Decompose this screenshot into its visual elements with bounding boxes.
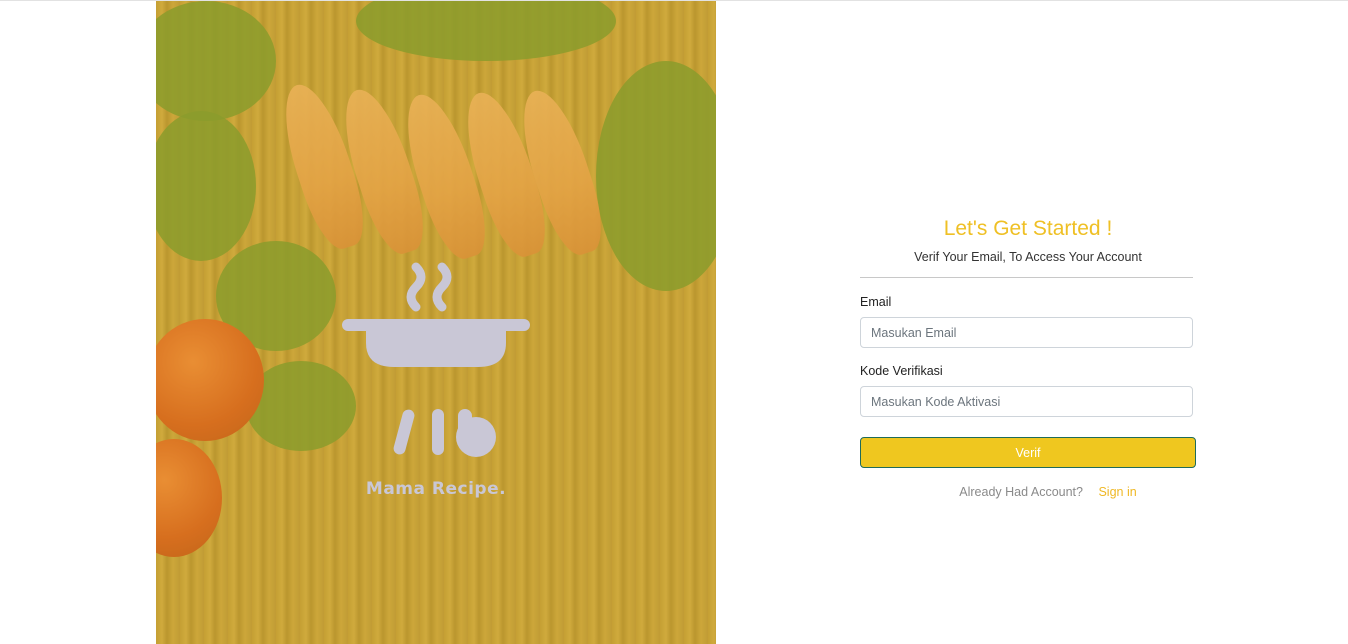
page-subtitle: Verif Your Email, To Access Your Account	[914, 250, 1142, 264]
verification-page: Mama Recipe. Let's Get Started ! Verif Y…	[0, 0, 1348, 644]
tomato-decoration	[156, 439, 222, 557]
leaf-decoration	[156, 1, 276, 121]
verification-form: Let's Get Started ! Verif Your Email, To…	[860, 215, 1196, 499]
cooking-pot-icon	[342, 262, 530, 457]
page-title: Let's Get Started !	[943, 217, 1113, 240]
verification-code-field[interactable]	[860, 386, 1193, 417]
email-label: Email	[860, 295, 892, 309]
divider	[860, 277, 1193, 278]
shrimp-decoration	[393, 86, 497, 266]
brand-logo: Mama Recipe.	[336, 259, 536, 509]
shrimp-decoration	[509, 82, 613, 262]
shrimp-decoration	[331, 81, 435, 261]
leaf-decoration	[156, 111, 256, 261]
hero-image: Mama Recipe.	[156, 1, 716, 644]
brand-name: Mama Recipe.	[365, 479, 507, 499]
signin-link[interactable]: Sign in	[1098, 485, 1136, 499]
leaf-decoration	[596, 61, 716, 291]
shrimp-decoration	[453, 84, 557, 264]
email-field[interactable]	[860, 317, 1193, 348]
leaf-decoration	[216, 241, 336, 351]
leaf-decoration	[356, 1, 616, 61]
signin-prompt: Already Had Account? Sign in	[860, 485, 1196, 499]
shrimp-decoration	[271, 76, 375, 256]
verif-button[interactable]: Verif	[860, 437, 1196, 468]
verification-code-label: Kode Verifikasi	[860, 364, 943, 378]
tomato-decoration	[156, 319, 264, 441]
already-account-text: Already Had Account?	[959, 485, 1083, 499]
